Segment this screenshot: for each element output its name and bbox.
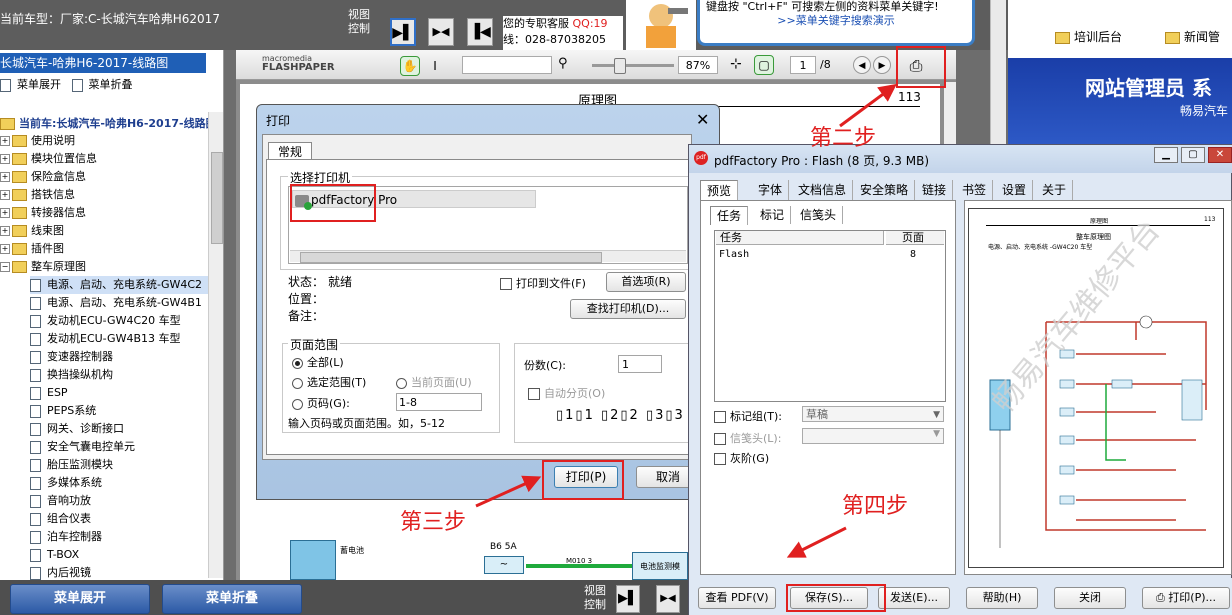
step2-arrow [839,83,897,128]
annotation-arrows [475,83,897,558]
step4-arrow [786,526,847,558]
step3-arrow [475,475,542,508]
